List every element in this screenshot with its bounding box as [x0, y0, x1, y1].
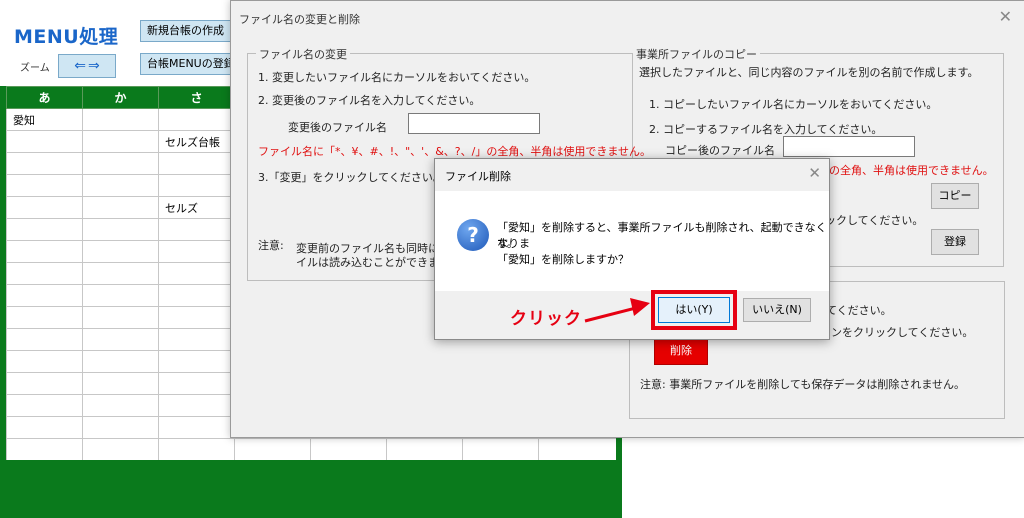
table-cell[interactable]: [158, 284, 235, 307]
delete-line2: タンをクリックしてください。: [820, 326, 974, 339]
copy-name-input[interactable]: [783, 136, 915, 157]
register-button[interactable]: 登録: [931, 229, 979, 255]
copy-click-text: ックしてください。: [825, 214, 924, 227]
table-cell[interactable]: [386, 438, 463, 461]
table-cell[interactable]: [6, 152, 83, 175]
confirm-message-line1: 「愛知」を削除すると、事業所ファイルも削除され、起動できなくなりま: [497, 221, 827, 250]
rename-step2: 2. 変更後のファイル名を入力してください。: [258, 94, 481, 107]
delete-note: 注意: 事業所ファイルを削除しても保存データは削除されません。: [640, 378, 965, 391]
table-cell[interactable]: [82, 372, 159, 395]
confirm-message-line2: す。: [497, 237, 518, 250]
new-name-label: 変更後のファイル名: [288, 121, 387, 134]
table-cell[interactable]: [462, 438, 539, 461]
table-cell[interactable]: [82, 394, 159, 417]
table-cell[interactable]: [82, 438, 159, 461]
table-cell[interactable]: [158, 416, 235, 439]
arrow-left-icon: ⇐: [74, 58, 86, 74]
table-cell[interactable]: [6, 130, 83, 153]
copy-step2: 2. コピーするファイル名を入力してください。: [649, 123, 883, 136]
table-cell[interactable]: [538, 438, 617, 461]
table-cell[interactable]: [6, 438, 83, 461]
table-cell[interactable]: [82, 416, 159, 439]
table-row: [6, 438, 617, 461]
table-cell[interactable]: [82, 240, 159, 263]
table-cell[interactable]: [6, 350, 83, 373]
table-cell[interactable]: [158, 438, 235, 461]
table-cell[interactable]: [82, 328, 159, 351]
table-cell[interactable]: [158, 306, 235, 329]
table-cell[interactable]: [158, 372, 235, 395]
rename-note-line2: イルは読み込むことができませ: [296, 256, 450, 269]
delete-line1: てください。: [826, 304, 892, 317]
table-cell[interactable]: [82, 350, 159, 373]
rename-step3: 3.「変更」をクリックしてください。: [258, 171, 444, 184]
column-header[interactable]: あ: [6, 86, 83, 109]
table-cell[interactable]: [82, 152, 159, 175]
rename-note-label: 注意:: [258, 239, 284, 252]
table-cell[interactable]: [6, 372, 83, 395]
table-cell[interactable]: [6, 262, 83, 285]
table-cell[interactable]: [6, 306, 83, 329]
table-cell[interactable]: セルズ: [158, 196, 235, 219]
table-cell[interactable]: [158, 328, 235, 351]
copy-button[interactable]: コピー: [931, 183, 979, 209]
table-cell[interactable]: [82, 262, 159, 285]
rename-step1: 1. 変更したいファイル名にカーソルをおいてください。: [258, 71, 536, 84]
copy-step1: 1. コピーしたいファイル名にカーソルをおいてください。: [649, 98, 938, 111]
table-cell[interactable]: [6, 240, 83, 263]
table-cell[interactable]: [82, 306, 159, 329]
copy-group-title: 事業所ファイルのコピー: [633, 46, 760, 62]
rename-group-title: ファイル名の変更: [256, 46, 350, 62]
column-header[interactable]: か: [82, 86, 159, 109]
confirm-body: ? 「愛知」を削除すると、事業所ファイルも削除され、起動できなくなりま す。 「…: [435, 191, 829, 291]
zoom-control[interactable]: ⇐ ⇒: [58, 54, 116, 78]
table-cell[interactable]: [6, 416, 83, 439]
confirm-message-line3: 「愛知」を削除しますか？: [497, 253, 629, 266]
table-cell[interactable]: [158, 174, 235, 197]
yes-button[interactable]: はい(Y): [658, 297, 730, 323]
arrow-right-icon: ⇒: [88, 58, 100, 74]
table-cell[interactable]: [6, 284, 83, 307]
dialog-title: ファイル名の変更と削除: [239, 13, 360, 26]
column-header[interactable]: さ: [158, 86, 235, 109]
table-cell[interactable]: [158, 240, 235, 263]
menu-title: MENU処理: [14, 26, 119, 48]
copy-warning: の全角、半角は使用できません。: [829, 164, 994, 177]
zoom-label: ズーム: [20, 63, 50, 74]
table-cell[interactable]: [82, 130, 159, 153]
delete-button[interactable]: 削除: [654, 337, 708, 365]
table-cell[interactable]: セルズ台帳: [158, 130, 235, 153]
sheet-footer-band: [0, 460, 622, 518]
table-cell[interactable]: [82, 218, 159, 241]
table-cell[interactable]: [158, 152, 235, 175]
close-icon[interactable]: ✕: [999, 7, 1012, 26]
table-cell[interactable]: [82, 174, 159, 197]
table-cell[interactable]: 愛知: [6, 108, 83, 131]
table-cell[interactable]: [82, 196, 159, 219]
table-cell[interactable]: [158, 394, 235, 417]
table-cell[interactable]: [158, 350, 235, 373]
new-name-input[interactable]: [408, 113, 540, 134]
table-cell[interactable]: [6, 174, 83, 197]
table-cell[interactable]: [158, 218, 235, 241]
copy-description: 選択したファイルと、同じ内容のファイルを別の名前で作成します。: [639, 66, 979, 79]
table-cell[interactable]: [6, 196, 83, 219]
table-cell[interactable]: [234, 438, 311, 461]
copy-name-label: コピー後のファイル名: [665, 144, 775, 157]
table-cell[interactable]: [6, 218, 83, 241]
confirm-title: ファイル削除: [445, 170, 511, 183]
close-icon[interactable]: ✕: [808, 164, 821, 182]
table-cell[interactable]: [6, 394, 83, 417]
sheet-border-left: [0, 86, 6, 466]
no-button[interactable]: いいえ(N): [743, 298, 811, 322]
table-cell[interactable]: [82, 284, 159, 307]
table-cell[interactable]: [82, 108, 159, 131]
click-annotation-label: クリック: [510, 309, 582, 329]
table-cell[interactable]: [310, 438, 387, 461]
rename-warning: ファイル名に「*、¥、#、!、"、'、&、?、/」の全角、半角は使用できません。: [258, 145, 651, 158]
table-cell[interactable]: [158, 108, 235, 131]
table-cell[interactable]: [158, 262, 235, 285]
question-icon: ?: [457, 219, 489, 251]
table-cell[interactable]: [6, 328, 83, 351]
